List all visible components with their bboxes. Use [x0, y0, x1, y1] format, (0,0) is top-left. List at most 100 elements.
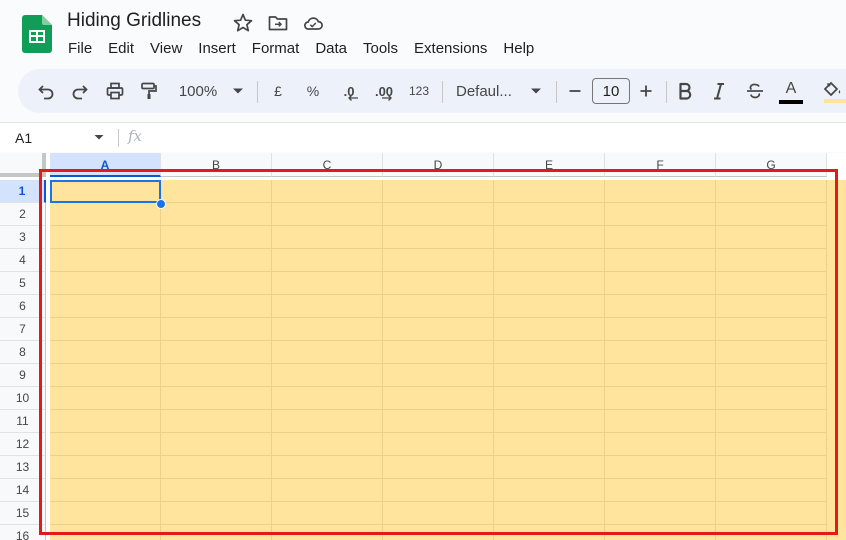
cell-c6[interactable]: [272, 295, 383, 318]
cell-b8[interactable]: [161, 341, 272, 364]
cell-f13[interactable]: [605, 456, 716, 479]
move-folder-icon[interactable]: [267, 12, 289, 34]
row-header-6[interactable]: 6: [0, 295, 46, 318]
zoom-dropdown-icon[interactable]: [228, 69, 248, 113]
cell-e13[interactable]: [494, 456, 605, 479]
cell-f16[interactable]: [605, 525, 716, 540]
cell-b3[interactable]: [161, 226, 272, 249]
row-header-1[interactable]: 1: [0, 180, 46, 203]
cell-c4[interactable]: [272, 249, 383, 272]
column-header-f[interactable]: F: [605, 153, 716, 177]
cell-f12[interactable]: [605, 433, 716, 456]
cell-d11[interactable]: [383, 410, 494, 433]
fill-handle[interactable]: [156, 199, 166, 209]
cell-b14[interactable]: [161, 479, 272, 502]
cell-d12[interactable]: [383, 433, 494, 456]
undo-icon[interactable]: [34, 69, 58, 113]
cell-d15[interactable]: [383, 502, 494, 525]
cloud-status-icon[interactable]: [302, 12, 324, 34]
zoom-select[interactable]: 100%: [174, 69, 222, 113]
cell-e3[interactable]: [494, 226, 605, 249]
font-size-input[interactable]: 10: [592, 78, 630, 104]
print-icon[interactable]: [103, 69, 127, 113]
cell-g2[interactable]: [716, 203, 827, 226]
cell-a16[interactable]: [50, 525, 161, 540]
cell-a3[interactable]: [50, 226, 161, 249]
italic-icon[interactable]: [708, 69, 730, 113]
cell-a11[interactable]: [50, 410, 161, 433]
cell-e9[interactable]: [494, 364, 605, 387]
cell-a13[interactable]: [50, 456, 161, 479]
cell-f5[interactable]: [605, 272, 716, 295]
cell-b2[interactable]: [161, 203, 272, 226]
cell-d1[interactable]: [383, 180, 494, 203]
cell-d14[interactable]: [383, 479, 494, 502]
cell-e12[interactable]: [494, 433, 605, 456]
cell-f15[interactable]: [605, 502, 716, 525]
cell-c14[interactable]: [272, 479, 383, 502]
cell-g9[interactable]: [716, 364, 827, 387]
cell-a8[interactable]: [50, 341, 161, 364]
cell-d8[interactable]: [383, 341, 494, 364]
cell-g5[interactable]: [716, 272, 827, 295]
cell-c2[interactable]: [272, 203, 383, 226]
cell-e4[interactable]: [494, 249, 605, 272]
more-formats-button[interactable]: 123: [404, 69, 434, 113]
sheets-logo-icon[interactable]: [22, 15, 52, 53]
cell-e15[interactable]: [494, 502, 605, 525]
cell-a7[interactable]: [50, 318, 161, 341]
cell-e10[interactable]: [494, 387, 605, 410]
cell-g3[interactable]: [716, 226, 827, 249]
cell-g6[interactable]: [716, 295, 827, 318]
font-family-select[interactable]: Defaul...: [456, 69, 518, 113]
cell-b5[interactable]: [161, 272, 272, 295]
cell-f8[interactable]: [605, 341, 716, 364]
cell-c15[interactable]: [272, 502, 383, 525]
cell-f6[interactable]: [605, 295, 716, 318]
cell-e1[interactable]: [494, 180, 605, 203]
cell-g8[interactable]: [716, 341, 827, 364]
cell-c9[interactable]: [272, 364, 383, 387]
cell-g11[interactable]: [716, 410, 827, 433]
cell-g16[interactable]: [716, 525, 827, 540]
cell-f10[interactable]: [605, 387, 716, 410]
cell-g4[interactable]: [716, 249, 827, 272]
cell-e6[interactable]: [494, 295, 605, 318]
cell-b15[interactable]: [161, 502, 272, 525]
menu-extensions[interactable]: Extensions: [406, 38, 495, 60]
cell-c1[interactable]: [272, 180, 383, 203]
select-all-corner[interactable]: [0, 153, 46, 177]
cell-f2[interactable]: [605, 203, 716, 226]
row-header-9[interactable]: 9: [0, 364, 46, 387]
menu-tools[interactable]: Tools: [355, 38, 406, 60]
cell-e11[interactable]: [494, 410, 605, 433]
cell-g15[interactable]: [716, 502, 827, 525]
cell-f7[interactable]: [605, 318, 716, 341]
cell-d5[interactable]: [383, 272, 494, 295]
cell-f4[interactable]: [605, 249, 716, 272]
cell-e16[interactable]: [494, 525, 605, 540]
row-header-11[interactable]: 11: [0, 410, 46, 433]
cell-a2[interactable]: [50, 203, 161, 226]
cell-d13[interactable]: [383, 456, 494, 479]
decrease-decimal-button[interactable]: .0: [334, 69, 364, 113]
cell-g1[interactable]: [716, 180, 827, 203]
cell-e8[interactable]: [494, 341, 605, 364]
cell-a6[interactable]: [50, 295, 161, 318]
row-header-4[interactable]: 4: [0, 249, 46, 272]
cell-d9[interactable]: [383, 364, 494, 387]
star-icon[interactable]: [232, 12, 254, 34]
cell-b12[interactable]: [161, 433, 272, 456]
menu-file[interactable]: File: [60, 38, 100, 60]
currency-format-button[interactable]: £: [267, 69, 289, 113]
menu-format[interactable]: Format: [244, 38, 308, 60]
row-header-13[interactable]: 13: [0, 456, 46, 479]
cell-b7[interactable]: [161, 318, 272, 341]
cell-c7[interactable]: [272, 318, 383, 341]
row-header-10[interactable]: 10: [0, 387, 46, 410]
increase-font-size-icon[interactable]: [635, 69, 657, 113]
column-header-c[interactable]: C: [272, 153, 383, 177]
cell-e7[interactable]: [494, 318, 605, 341]
cell-d6[interactable]: [383, 295, 494, 318]
font-dropdown-icon[interactable]: [528, 69, 544, 113]
